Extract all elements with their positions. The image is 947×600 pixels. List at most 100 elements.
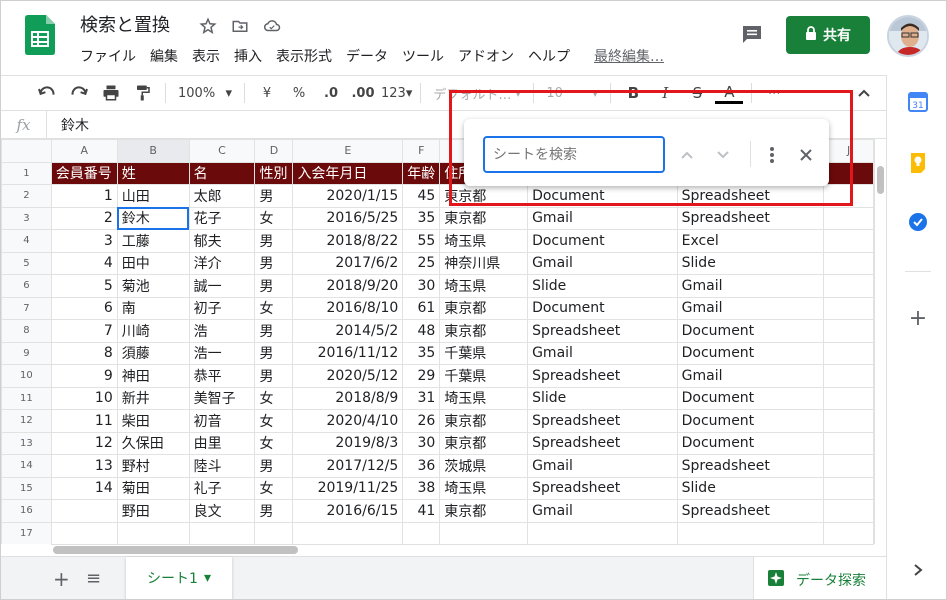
cell[interactable]: 誠一 (188, 274, 256, 298)
cell[interactable]: Gmail (527, 251, 678, 275)
vertical-scroll-thumb[interactable] (877, 166, 884, 194)
cell[interactable] (402, 521, 441, 544)
cell[interactable]: 神奈川県 (439, 251, 529, 275)
column-title-cell[interactable]: 年齢 (402, 161, 441, 185)
cell[interactable]: 東京都 (439, 431, 529, 455)
add-sheet-icon[interactable]: + (53, 567, 70, 591)
cell[interactable]: 女 (254, 409, 294, 433)
cell[interactable]: 男 (254, 454, 294, 478)
cell[interactable]: 2018/8/22 (292, 229, 404, 253)
zoom-select[interactable]: 100% ▾ (174, 79, 236, 107)
horizontal-scroll-thumb[interactable] (53, 546, 298, 554)
calendar-icon[interactable]: 31 (907, 91, 929, 113)
cell[interactable]: 9 (50, 364, 118, 388)
cell[interactable]: 男 (254, 319, 294, 343)
cell[interactable]: Gmail (676, 296, 825, 320)
share-button[interactable]: 共有 (786, 16, 870, 54)
cell[interactable]: 41 (402, 499, 441, 523)
cell[interactable]: Spreadsheet (527, 476, 678, 500)
document-title[interactable]: 検索と置換 (80, 11, 170, 37)
cell[interactable]: 川崎 (116, 319, 190, 343)
cell[interactable]: Slide (527, 274, 678, 298)
cell[interactable]: 26 (402, 409, 441, 433)
cell[interactable]: 25 (402, 251, 441, 275)
cell[interactable]: 野村 (116, 454, 190, 478)
row-header[interactable]: 7 (1, 296, 52, 320)
column-header-a[interactable]: A (50, 139, 118, 163)
cell[interactable] (823, 386, 874, 410)
cell[interactable]: Spreadsheet (527, 431, 678, 455)
menu-tools[interactable]: ツール (395, 43, 451, 69)
cell[interactable]: Document (676, 341, 825, 365)
column-header-d[interactable]: D (254, 139, 294, 163)
cell[interactable] (823, 206, 874, 230)
cell[interactable]: 陸斗 (188, 454, 256, 478)
cell[interactable]: 女 (254, 476, 294, 500)
redo-icon[interactable] (65, 79, 93, 107)
cell[interactable] (823, 454, 874, 478)
cell[interactable]: 郁夫 (188, 229, 256, 253)
cell[interactable]: Spreadsheet (527, 409, 678, 433)
menu-edit[interactable]: 編集 (143, 43, 185, 69)
cell[interactable] (50, 521, 118, 544)
cell[interactable] (50, 499, 118, 523)
cell[interactable]: Spreadsheet (527, 364, 678, 388)
cloud-status-icon[interactable] (261, 15, 283, 37)
cell[interactable]: 48 (402, 319, 441, 343)
cell[interactable]: Document (676, 409, 825, 433)
cell[interactable]: 55 (402, 229, 441, 253)
cell[interactable] (823, 251, 874, 275)
cell[interactable]: 千葉県 (439, 364, 529, 388)
star-icon[interactable] (197, 15, 219, 37)
cell[interactable]: 35 (402, 206, 441, 230)
cell[interactable]: 男 (254, 251, 294, 275)
cell[interactable] (823, 319, 874, 343)
explore-button[interactable]: データ探索 (753, 557, 886, 599)
get-addons-plus-icon[interactable]: + (907, 306, 929, 331)
cell[interactable]: Slide (527, 386, 678, 410)
cell[interactable]: 8 (50, 341, 118, 365)
cell[interactable]: 浩 (188, 319, 256, 343)
cell[interactable]: 30 (402, 274, 441, 298)
cell[interactable]: 7 (50, 319, 118, 343)
cell[interactable]: 2014/5/2 (292, 319, 404, 343)
cell[interactable]: Gmail (527, 206, 678, 230)
menu-addons[interactable]: アドオン (451, 43, 521, 69)
cell[interactable]: 11 (50, 409, 118, 433)
cell[interactable]: Document (676, 386, 825, 410)
cell[interactable]: 6 (50, 296, 118, 320)
cell[interactable]: Document (527, 229, 678, 253)
cell[interactable]: 2 (50, 206, 118, 230)
cell[interactable]: Slide (676, 251, 825, 275)
row-header[interactable]: 2 (1, 184, 52, 208)
row-header[interactable]: 5 (1, 251, 52, 275)
collapse-menu-icon[interactable] (850, 79, 878, 107)
cell[interactable]: 2016/5/25 (292, 206, 404, 230)
row-header[interactable]: 15 (1, 476, 52, 500)
cell[interactable]: Gmail (676, 274, 825, 298)
column-header-b[interactable]: B (116, 139, 190, 163)
cell[interactable]: 山田 (116, 184, 190, 208)
cell[interactable]: 洋介 (188, 251, 256, 275)
cell[interactable]: 10 (50, 386, 118, 410)
column-title-cell[interactable]: 会員番号 (50, 161, 118, 185)
sheets-logo-icon[interactable] (25, 15, 55, 55)
cell[interactable]: 2020/5/12 (292, 364, 404, 388)
cell[interactable]: 61 (402, 296, 441, 320)
cell[interactable]: 菊池 (116, 274, 190, 298)
cell[interactable]: Spreadsheet (676, 454, 825, 478)
cell[interactable]: 男 (254, 341, 294, 365)
cell[interactable]: 14 (50, 476, 118, 500)
row-header[interactable]: 4 (1, 229, 52, 253)
row-header[interactable]: 8 (1, 319, 52, 343)
cell[interactable] (292, 521, 404, 544)
cell[interactable]: 2016/6/15 (292, 499, 404, 523)
cell[interactable]: 花子 (188, 206, 256, 230)
cell[interactable]: 恭平 (188, 364, 256, 388)
cell[interactable]: 工藤 (116, 229, 190, 253)
cell[interactable]: 良文 (188, 499, 256, 523)
cell[interactable]: 浩一 (188, 341, 256, 365)
cell[interactable]: 田中 (116, 251, 190, 275)
cell[interactable]: 東京都 (439, 409, 529, 433)
column-title-cell[interactable]: 性別 (254, 161, 294, 185)
